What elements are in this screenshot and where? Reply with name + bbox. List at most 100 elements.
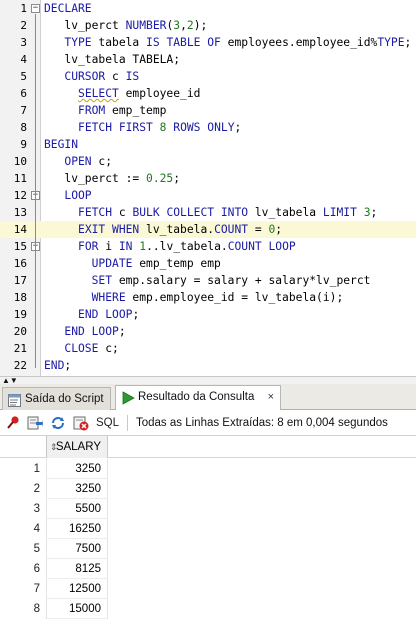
row-number: 1 [33, 463, 40, 475]
code-line[interactable]: 17 SET emp.salary = salary + salary*lv_p… [0, 272, 416, 289]
column-header-label: SALARY [55, 441, 101, 453]
code-line[interactable]: 21 CLOSE c; [0, 340, 416, 357]
code-line[interactable]: 5 CURSOR c IS [0, 68, 416, 85]
tab-query-result[interactable]: Resultado da Consulta × [115, 385, 281, 411]
row-number: 7 [33, 583, 40, 595]
line-number: 8 [20, 121, 27, 134]
code-text[interactable]: DECLARE [44, 0, 92, 17]
row-number: 5 [33, 543, 40, 555]
code-line[interactable]: 11 lv_perct := 0.25; [0, 170, 416, 187]
code-text[interactable]: lv_perct NUMBER(3,2); [44, 17, 207, 34]
salary-cell[interactable]: 12500 [46, 579, 108, 599]
code-line[interactable]: 19 END LOOP; [0, 306, 416, 323]
row-number: 2 [33, 483, 40, 495]
line-number: 9 [20, 138, 27, 151]
code-text[interactable]: FROM emp_temp [44, 102, 166, 119]
code-line[interactable]: 13 FETCH c BULK COLLECT INTO lv_tabela L… [0, 204, 416, 221]
salary-cell[interactable]: 15000 [46, 599, 108, 619]
line-number: 4 [20, 53, 27, 66]
table-row[interactable]: 3 5500 [0, 499, 416, 519]
code-text[interactable]: WHERE emp.employee_id = lv_tabela(i); [44, 289, 344, 306]
line-number: 14 [13, 223, 27, 236]
sql-button[interactable]: SQL [96, 410, 119, 436]
code-text[interactable]: SELECT employee_id [44, 85, 200, 102]
line-number: 7 [20, 104, 27, 117]
table-row[interactable]: 5 7500 [0, 539, 416, 559]
result-grid[interactable]: ⇕ SALARY 1 3250 2 3250 3 5500 4 16250 5 7500 6 8125… [0, 436, 416, 625]
column-header-salary[interactable]: ⇕ SALARY [46, 436, 108, 458]
code-line[interactable]: 2 lv_perct NUMBER(3,2); [0, 17, 416, 34]
pane-splitter[interactable]: ▲▼ [0, 376, 416, 385]
salary-cell[interactable]: 3250 [46, 479, 108, 499]
code-line[interactable]: 20 END LOOP; [0, 323, 416, 340]
code-text[interactable]: UPDATE emp_temp emp [44, 255, 221, 272]
code-line[interactable]: 4 lv_tabela TABELA; [0, 51, 416, 68]
row-number: 3 [33, 503, 40, 515]
code-text[interactable]: lv_perct := 0.25; [44, 170, 180, 187]
code-text[interactable]: OPEN c; [44, 153, 112, 170]
row-number: 4 [33, 523, 40, 535]
code-text[interactable]: LOOP [44, 187, 91, 204]
table-row[interactable]: 8 15000 [0, 599, 416, 619]
code-text[interactable]: SET emp.salary = salary + salary*lv_perc… [44, 272, 371, 289]
result-toolbar: SQL Todas as Linhas Extraídas: 8 em 0,00… [0, 410, 416, 436]
line-number: 22 [13, 359, 27, 372]
line-number: 20 [13, 325, 27, 338]
code-line[interactable]: 12− LOOP [0, 187, 416, 204]
table-row[interactable]: 6 8125 [0, 559, 416, 579]
fetch-status-text: Todas as Linhas Extraídas: 8 em 0,004 se… [136, 417, 388, 429]
tab-script-output[interactable]: Saída do Script [2, 387, 111, 410]
code-line[interactable]: 9 BEGIN [0, 136, 416, 153]
code-text[interactable]: END LOOP; [44, 306, 139, 323]
sort-icon[interactable]: ⇕ [50, 436, 58, 458]
table-row[interactable]: 2 3250 [0, 479, 416, 499]
line-number: 5 [20, 70, 27, 83]
code-line[interactable]: 3 TYPE tabela IS TABLE OF employees.empl… [0, 34, 416, 51]
line-number: 18 [13, 291, 27, 304]
code-text[interactable]: END; [44, 357, 71, 374]
code-text[interactable]: FETCH FIRST 8 ROWS ONLY; [44, 119, 241, 136]
salary-cell[interactable]: 8125 [46, 559, 108, 579]
code-line[interactable]: 1− DECLARE [0, 0, 416, 17]
code-text[interactable]: lv_tabela TABELA; [44, 51, 180, 68]
code-text[interactable]: END LOOP; [44, 323, 125, 340]
line-number: 2 [20, 19, 27, 32]
code-line[interactable]: 14 EXIT WHEN lv_tabela.COUNT = 0; [0, 221, 416, 238]
code-line[interactable]: 10 OPEN c; [0, 153, 416, 170]
code-text[interactable]: FOR i IN 1..lv_tabela.COUNT LOOP [44, 238, 296, 255]
code-line[interactable]: 8 FETCH FIRST 8 ROWS ONLY; [0, 119, 416, 136]
salary-cell[interactable]: 7500 [46, 539, 108, 559]
code-line[interactable]: 6 SELECT employee_id [0, 85, 416, 102]
collapse-icon[interactable]: − [31, 4, 40, 13]
cancel-icon[interactable] [73, 415, 89, 431]
code-text[interactable]: CURSOR c IS [44, 68, 139, 85]
pin-icon[interactable] [5, 415, 21, 431]
table-row[interactable]: 1 3250 [0, 459, 416, 479]
line-number: 12 [13, 189, 27, 202]
code-text[interactable]: EXIT WHEN lv_tabela.COUNT = 0; [44, 221, 282, 238]
line-number: 6 [20, 87, 27, 100]
salary-cell[interactable]: 3250 [46, 459, 108, 479]
code-line[interactable]: 7 FROM emp_temp [0, 102, 416, 119]
code-text[interactable]: CLOSE c; [44, 340, 118, 357]
code-line[interactable]: 18 WHERE emp.employee_id = lv_tabela(i); [0, 289, 416, 306]
code-line[interactable]: 16 UPDATE emp_temp emp [0, 255, 416, 272]
tab-query-result-label: Resultado da Consulta [138, 391, 255, 403]
salary-cell[interactable]: 16250 [46, 519, 108, 539]
salary-cell[interactable]: 5500 [46, 499, 108, 519]
toolbar-separator [127, 415, 128, 431]
code-text[interactable]: TYPE tabela IS TABLE OF employees.employ… [44, 34, 411, 51]
code-line[interactable]: 22 END; [0, 357, 416, 374]
line-number: 13 [13, 206, 27, 219]
close-icon[interactable]: × [268, 391, 274, 403]
code-text[interactable]: BEGIN [44, 136, 78, 153]
code-line[interactable]: 15− FOR i IN 1..lv_tabela.COUNT LOOP [0, 238, 416, 255]
line-number: 15 [13, 240, 27, 253]
table-row[interactable]: 7 12500 [0, 579, 416, 599]
table-row[interactable]: 4 16250 [0, 519, 416, 539]
export-icon[interactable] [27, 415, 43, 431]
code-text[interactable]: FETCH c BULK COLLECT INTO lv_tabela LIMI… [44, 204, 377, 221]
sql-editor[interactable]: 1− DECLARE 2 lv_perct NUMBER(3,2); 3 TYPE t… [0, 0, 416, 376]
line-number: 16 [13, 257, 27, 270]
refresh-icon[interactable] [50, 415, 66, 431]
